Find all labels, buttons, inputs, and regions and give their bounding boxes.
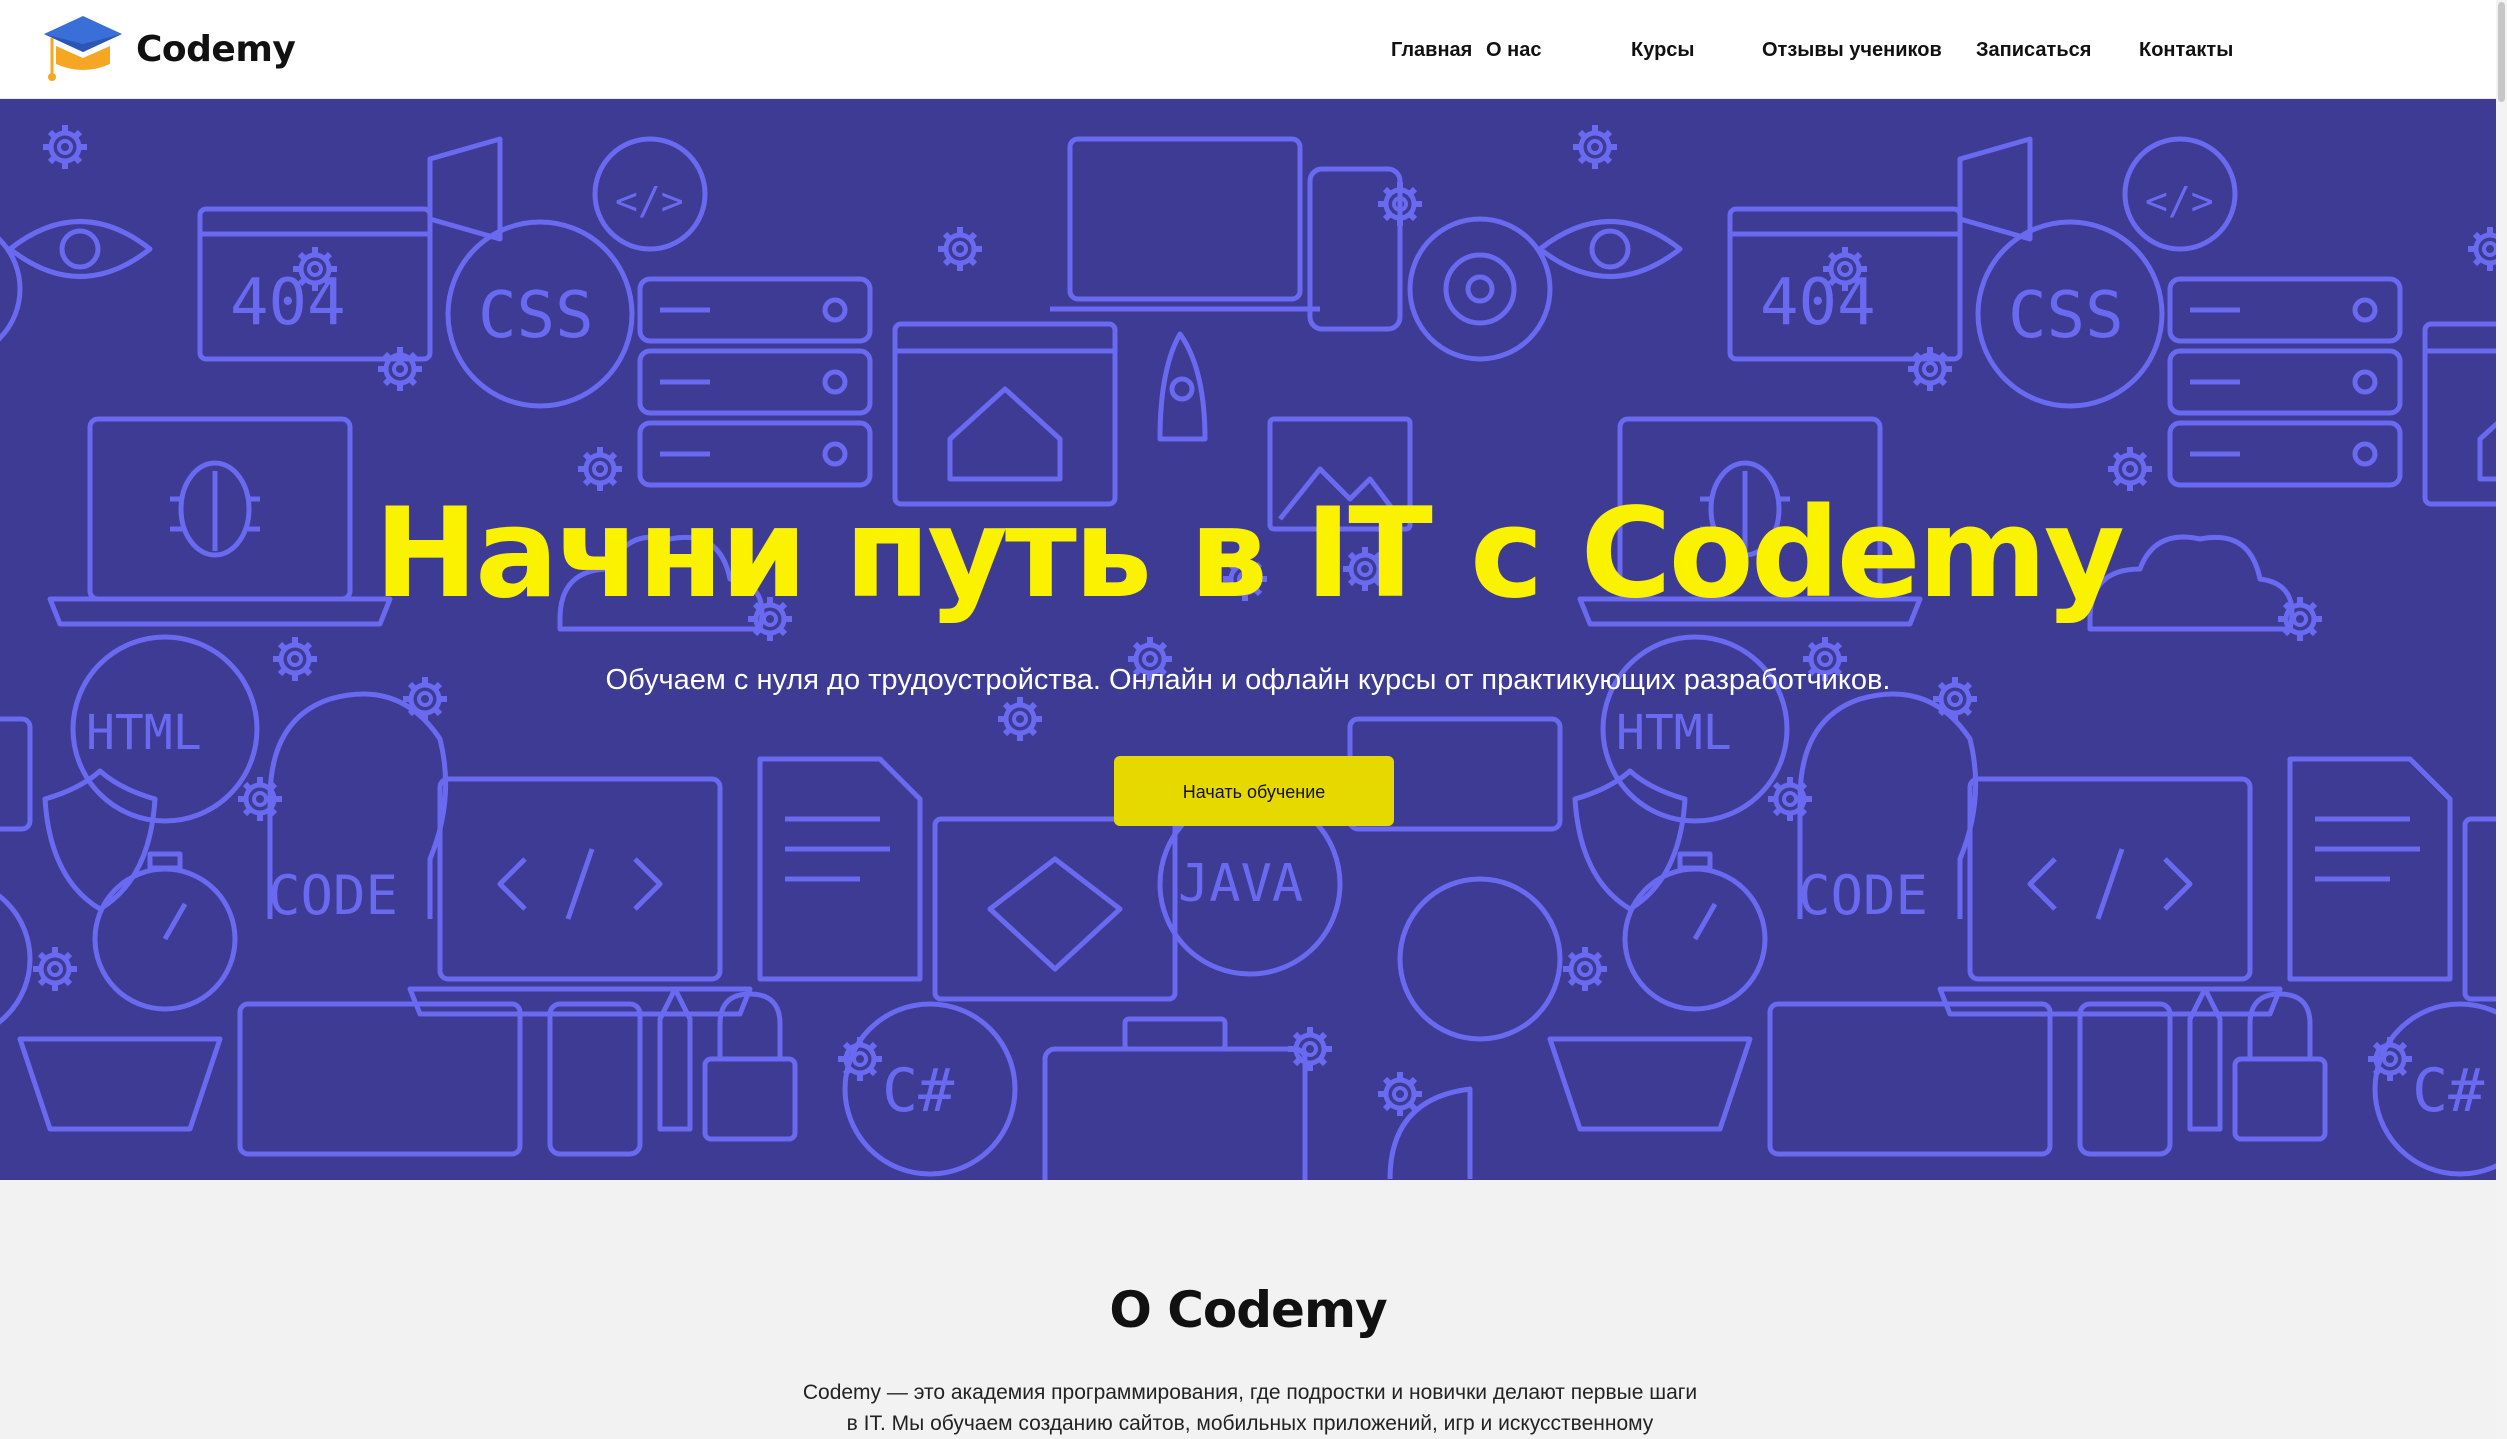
hero-section: 404 CSS HTML CODE JAVA C# 404 CSS HTML C… [0,99,2496,1180]
hero-title: Начни путь в IT с Codemy [374,482,2125,626]
logo[interactable]: Codemy [42,12,296,86]
about-title: О Codemy [1109,1281,1387,1339]
about-text-line-2: в IT. Мы обучаем созданию сайтов, мобиль… [846,1412,1654,1435]
pattern-label-csharp: C# [882,1056,954,1126]
pattern-label-404: 404 [230,266,346,340]
logo-text: Codemy [136,28,296,70]
page-scrollbar[interactable] [2496,0,2507,1439]
hero-subtitle: Обучаем с нуля до трудоустройства. Онлай… [605,664,1891,696]
nav-link-reviews[interactable]: Отзывы учеников [1762,37,1942,63]
nav-link-signup[interactable]: Записаться [1976,37,2091,63]
pattern-label-code-tag: </> [615,179,684,223]
site-header: Codemy Главная О нас Курсы Отзывы ученик… [0,0,2507,99]
pattern-label-csharp-b: C# [2412,1056,2484,1126]
pattern-label-code-b: CODE [1798,864,1928,927]
pattern-label-css-b: CSS [2008,279,2124,353]
hero-pattern: 404 CSS HTML CODE JAVA C# 404 CSS HTML C… [0,99,2496,1180]
pattern-label-code-tag-b: </> [2145,179,2214,223]
pattern-label-css: CSS [478,279,594,353]
nav-link-courses[interactable]: Курсы [1631,37,1695,63]
about-text: Codemy — это академия программирования, … [800,1377,1700,1439]
pattern-label-html-b: HTML [1616,705,1732,761]
pattern-label-404-b: 404 [1760,266,1876,340]
pattern-label-java: JAVA [1178,854,1303,914]
about-text-line-1: Codemy — это академия программирования, … [802,1381,1698,1404]
nav-link-about[interactable]: О нас [1486,37,1541,63]
pattern-label-code: CODE [268,864,398,927]
graduation-cap-icon [42,12,124,86]
nav-link-contacts[interactable]: Контакты [2139,37,2233,63]
start-learning-button[interactable]: Начать обучение [1114,756,1394,826]
pattern-label-html: HTML [86,705,202,761]
scrollbar-thumb[interactable] [2498,2,2505,102]
nav-link-home[interactable]: Главная [1391,37,1472,63]
